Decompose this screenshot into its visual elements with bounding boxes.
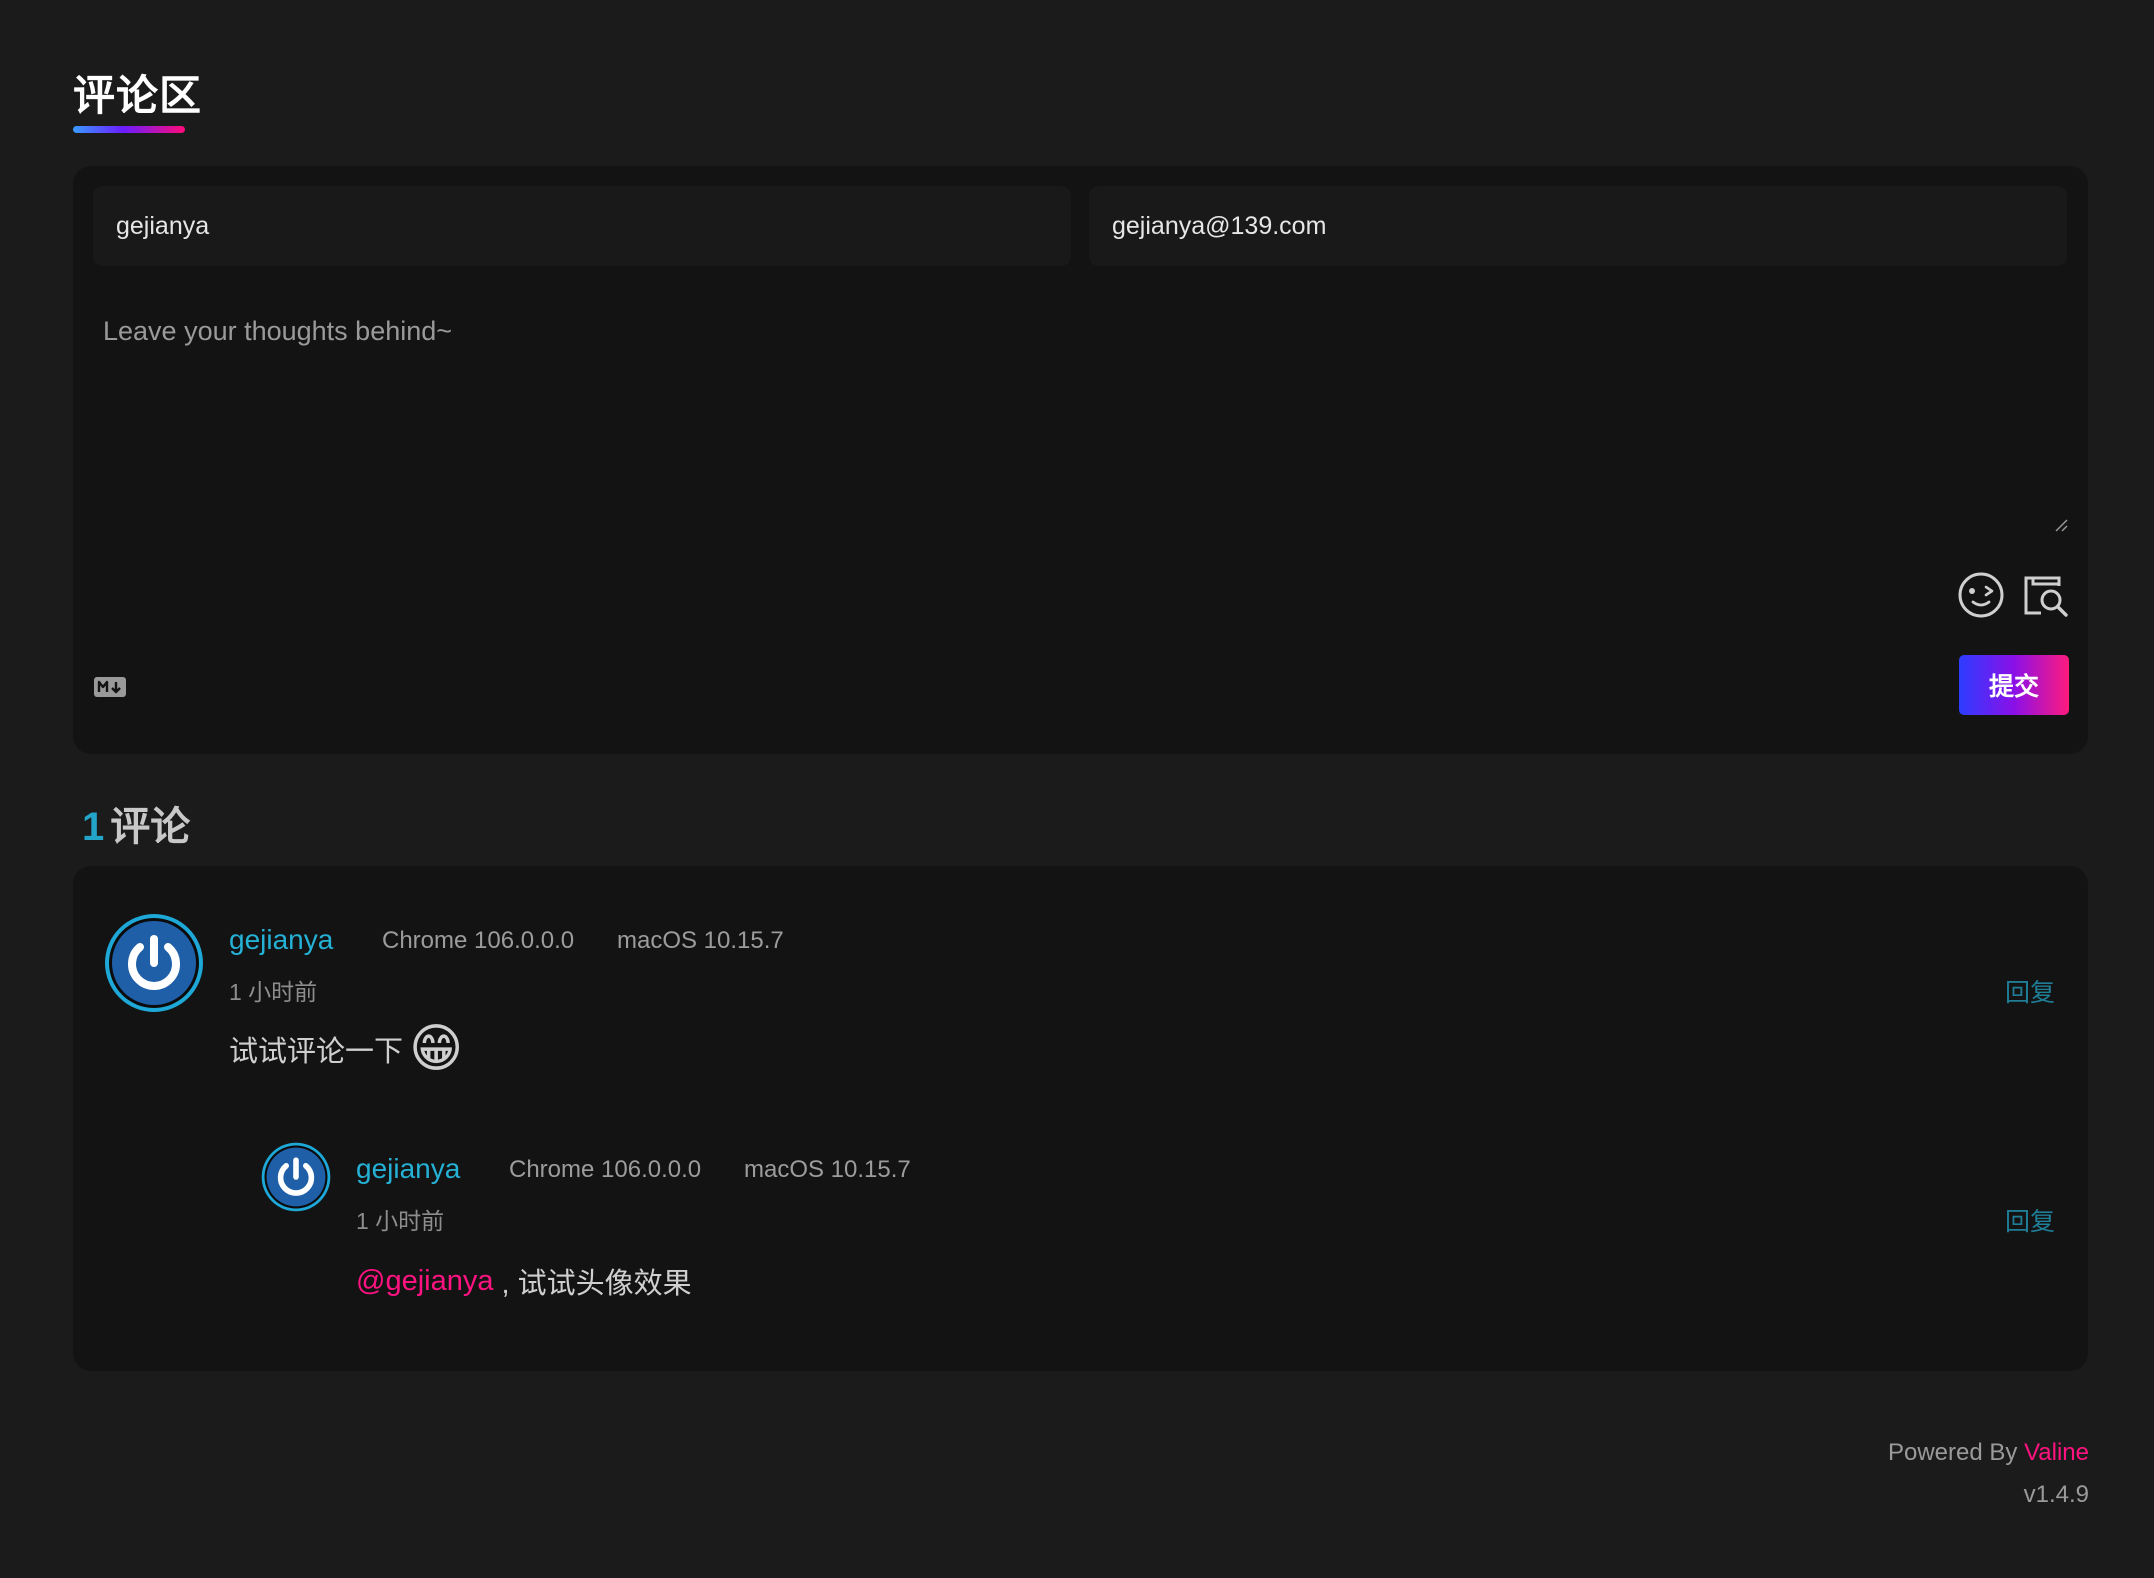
reply-browser: Chrome 106.0.0.0	[509, 1156, 702, 1183]
powered-by: Powered By Valine	[1888, 1439, 2089, 1467]
avatar	[105, 914, 203, 1012]
markdown-icon[interactable]	[93, 676, 127, 698]
comment-page: 评论区 gejianya gejianya@139.com Leave your…	[0, 0, 2154, 1578]
comment-author[interactable]: gejianya	[229, 924, 333, 956]
comment-browser: Chrome 106.0.0.0	[382, 927, 575, 954]
reply-author[interactable]: gejianya	[356, 1153, 460, 1185]
comment-content: 试试评论一下 😁	[229, 1021, 463, 1077]
resize-grip-icon[interactable]	[2054, 518, 2068, 532]
comment-time: 1 小时前	[229, 979, 318, 1005]
grin-emoji-icon: 😁	[409, 1020, 464, 1078]
submit-button[interactable]: 提交	[1959, 655, 2069, 715]
title-underline	[73, 126, 185, 133]
reply-content: @gejianya , 试试头像效果	[356, 1260, 692, 1302]
comment-text: 试试评论一下	[229, 1036, 404, 1068]
reply-time: 1 小时前	[356, 1208, 445, 1234]
reply-link[interactable]: 回复	[2005, 973, 2055, 1009]
comment-count-label: 评论	[110, 805, 191, 849]
reply-os: macOS 10.15.7	[744, 1156, 911, 1183]
reply-text: , 试试头像效果	[493, 1268, 692, 1300]
mention-link[interactable]: @gejianya	[356, 1265, 493, 1298]
section-title: 评论区	[73, 72, 203, 119]
comment-count-number: 1	[82, 805, 105, 849]
version-label: v1.4.9	[2023, 1481, 2089, 1508]
powered-by-text: Powered By	[1887, 1439, 2025, 1466]
valine-link[interactable]: Valine	[2024, 1439, 2089, 1466]
comment-textarea[interactable]: Leave your thoughts behind~	[103, 316, 452, 347]
comment-count: 1 评论	[82, 794, 190, 852]
reply-link[interactable]: 回复	[2005, 1202, 2055, 1238]
avatar	[261, 1142, 331, 1212]
nickname-input[interactable]: gejianya	[93, 186, 1071, 266]
comment-form: gejianya gejianya@139.com Leave your tho…	[73, 166, 2088, 754]
email-input[interactable]: gejianya@139.com	[1089, 186, 2067, 266]
emoji-icon[interactable]	[1956, 570, 2006, 620]
comment-os: macOS 10.15.7	[617, 927, 784, 954]
preview-icon[interactable]	[2021, 570, 2071, 620]
comment-list: gejianya Chrome 106.0.0.0 macOS 10.15.7 …	[73, 866, 2088, 1371]
